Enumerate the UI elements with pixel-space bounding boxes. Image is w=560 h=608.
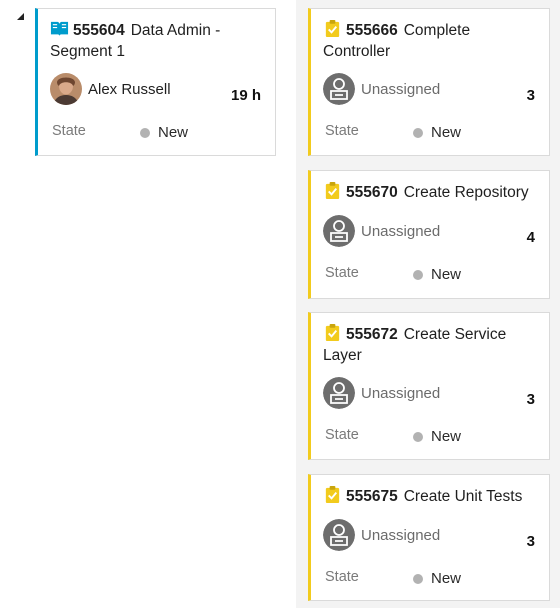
unassigned-avatar-icon xyxy=(323,519,355,551)
remaining-work: 19 h xyxy=(230,87,261,104)
assignee-name: Unassigned xyxy=(361,80,441,98)
card-title[interactable]: 555670 Create Repository xyxy=(323,181,541,203)
parent-work-item-card[interactable]: 555604 Data Admin - Segment 1 Alex Russel… xyxy=(35,8,276,156)
unassigned-avatar-icon xyxy=(323,215,355,247)
clipboard-check-icon xyxy=(325,181,340,200)
state-dot xyxy=(413,128,423,138)
state-dot xyxy=(140,128,150,138)
task-card[interactable]: 555672 Create Service Layer Unassigned 3 … xyxy=(308,312,550,460)
state-label: State xyxy=(325,265,359,281)
assignee[interactable]: Alex Russell xyxy=(50,73,171,105)
card-title[interactable]: 555675 Create Unit Tests xyxy=(323,485,541,507)
work-item-title: Create Repository xyxy=(403,184,529,201)
state-label: State xyxy=(325,569,359,585)
state-value[interactable]: New xyxy=(431,570,461,587)
task-count: 3 xyxy=(526,87,535,104)
card-title[interactable]: 555666 Complete Controller xyxy=(323,19,541,62)
card-title[interactable]: 555672 Create Service Layer xyxy=(323,323,541,366)
state-value[interactable]: New xyxy=(431,266,461,283)
assignee[interactable]: Unassigned xyxy=(323,377,440,409)
state-dot xyxy=(413,574,423,584)
task-count: 3 xyxy=(526,391,535,408)
work-item-id: 555670 xyxy=(346,184,398,201)
work-item-id: 555604 xyxy=(73,22,125,39)
state-value[interactable]: New xyxy=(431,428,461,445)
work-item-id: 555672 xyxy=(346,326,398,343)
task-card[interactable]: 555670 Create Repository Unassigned 4 Sta… xyxy=(308,170,550,299)
avatar xyxy=(50,73,82,105)
card-title[interactable]: 555604 Data Admin - Segment 1 xyxy=(50,19,267,62)
state-dot xyxy=(413,270,423,280)
assignee-name: Alex Russell xyxy=(88,80,171,98)
assignee-name: Unassigned xyxy=(361,222,441,240)
unassigned-avatar-icon xyxy=(323,377,355,409)
clipboard-check-icon xyxy=(325,323,340,342)
assignee[interactable]: Unassigned xyxy=(323,215,440,247)
collapse-triangle-icon[interactable] xyxy=(17,13,24,20)
work-item-id: 555675 xyxy=(346,488,398,505)
assignee[interactable]: Unassigned xyxy=(323,519,440,551)
state-dot xyxy=(413,432,423,442)
book-icon xyxy=(50,21,69,37)
task-card[interactable]: 555675 Create Unit Tests Unassigned 3 Sta… xyxy=(308,474,550,601)
clipboard-check-icon xyxy=(325,485,340,504)
state-value[interactable]: New xyxy=(158,124,188,141)
state-label: State xyxy=(52,123,86,139)
clipboard-check-icon xyxy=(325,19,340,38)
state-label: State xyxy=(325,427,359,443)
work-item-title: Create Unit Tests xyxy=(403,488,523,505)
work-item-id: 555666 xyxy=(346,22,398,39)
unassigned-avatar-icon xyxy=(323,73,355,105)
task-card[interactable]: 555666 Complete Controller Unassigned 3 S… xyxy=(308,8,550,156)
task-count: 4 xyxy=(526,229,535,246)
state-value[interactable]: New xyxy=(431,124,461,141)
assignee-name: Unassigned xyxy=(361,526,441,544)
state-label: State xyxy=(325,123,359,139)
assignee-name: Unassigned xyxy=(361,384,441,402)
assignee[interactable]: Unassigned xyxy=(323,73,440,105)
task-count: 3 xyxy=(526,533,535,550)
